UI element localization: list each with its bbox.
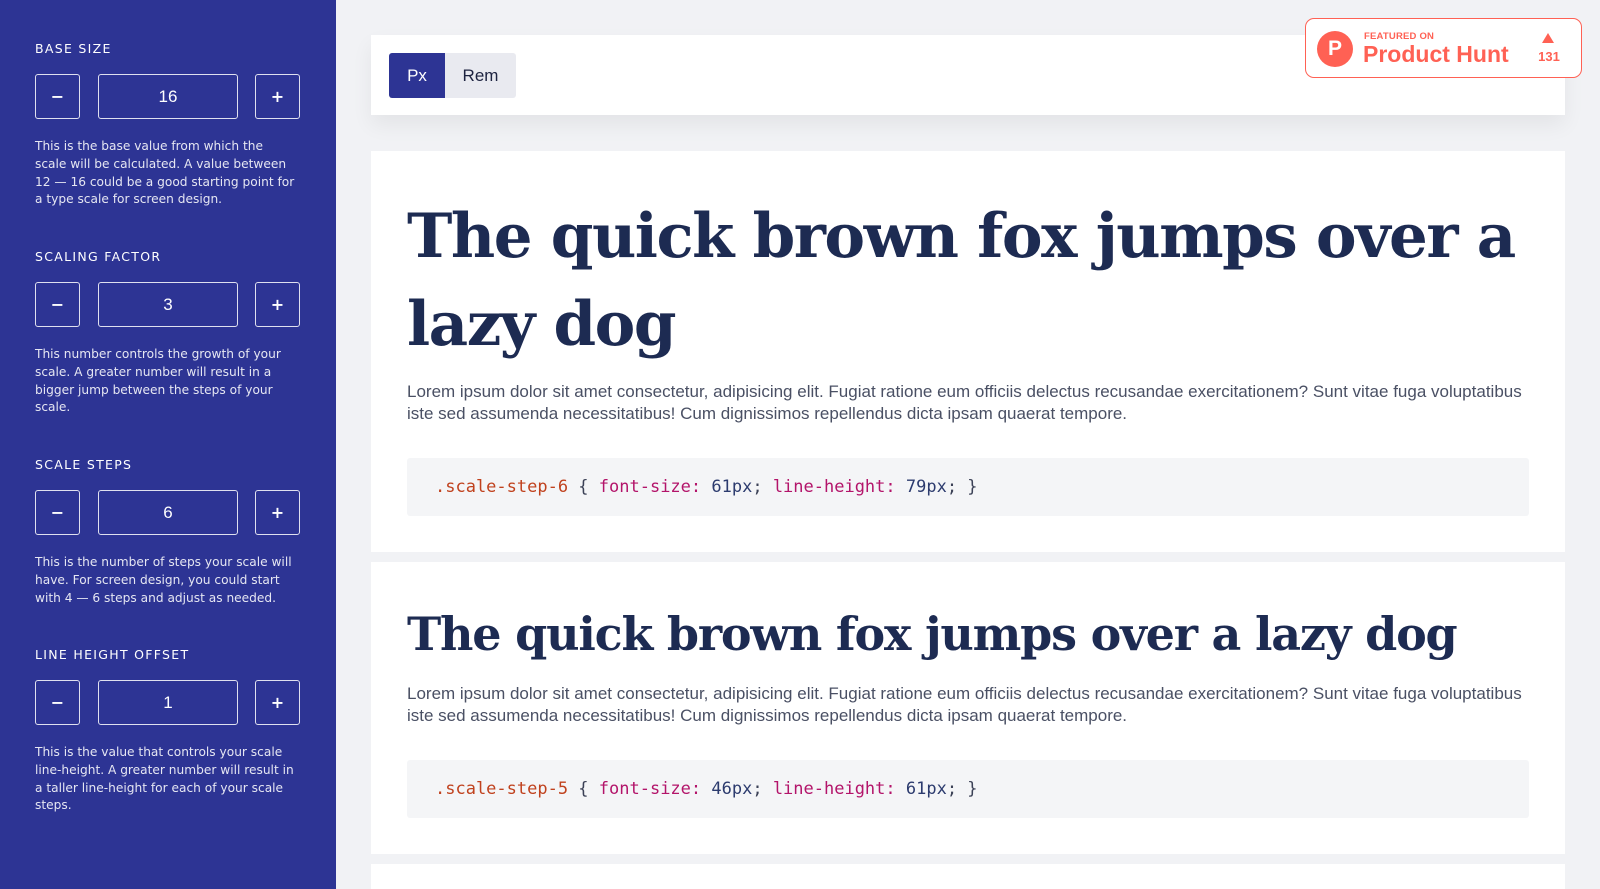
control-description: This number controls the growth of your …: [35, 347, 281, 415]
code-punctuation: {: [568, 779, 599, 799]
scale-step-card: The quick brown fox jumps over a lazy do…: [371, 562, 1565, 854]
css-code-snippet[interactable]: .scale-step-5 { font-size: 46px; line-he…: [407, 760, 1529, 818]
code-property: line-height:: [772, 779, 896, 799]
upvote-count: 131: [1538, 49, 1560, 64]
code-punctuation: ;: [752, 477, 773, 497]
unit-rem-button[interactable]: Rem: [445, 53, 516, 98]
line-height-offset-control: Line Height Offset − + This is the value…: [35, 647, 300, 815]
scaling-factor-decrement-button[interactable]: −: [35, 282, 80, 327]
line-height-offset-increment-button[interactable]: +: [255, 680, 300, 725]
scale-steps-decrement-button[interactable]: −: [35, 490, 80, 535]
scale-steps-input[interactable]: [98, 490, 238, 535]
base-size-stepper: − +: [35, 74, 300, 119]
scale-step-card: The quick brown fox jumps over a lazy do…: [371, 151, 1565, 552]
code-property: font-size:: [598, 477, 702, 497]
scaling-factor-control: Scaling Factor − + This number controls …: [35, 249, 300, 417]
control-description: This is the base value from which the sc…: [35, 139, 295, 207]
line-height-offset-decrement-button[interactable]: −: [35, 680, 80, 725]
code-value: 61px: [701, 477, 753, 497]
sample-heading: The quick brown fox jumps over a lazy do…: [407, 607, 1458, 661]
scaling-factor-input[interactable]: [98, 282, 238, 327]
unit-toggle: Px Rem: [389, 53, 516, 98]
scale-step-card: [371, 864, 1565, 889]
code-value: 46px: [701, 779, 753, 799]
product-hunt-logo-icon: P: [1317, 31, 1353, 67]
code-selector: .scale-step-5: [435, 779, 569, 799]
unit-px-button[interactable]: Px: [389, 53, 445, 98]
control-title: Scaling Factor: [35, 249, 162, 264]
control-title: Scale Steps: [35, 457, 133, 472]
base-size-increment-button[interactable]: +: [255, 74, 300, 119]
code-selector: .scale-step-6: [435, 477, 569, 497]
line-height-offset-input[interactable]: [98, 680, 238, 725]
scale-steps-increment-button[interactable]: +: [255, 490, 300, 535]
scaling-factor-increment-button[interactable]: +: [255, 282, 300, 327]
control-description: This is the value that controls your sca…: [35, 745, 294, 813]
code-punctuation: {: [568, 477, 599, 497]
code-punctuation: ; }: [946, 779, 978, 799]
settings-sidebar: Base Size − + This is the base value fro…: [0, 0, 336, 889]
sample-paragraph: Lorem ipsum dolor sit amet consectetur, …: [407, 684, 1522, 725]
line-height-offset-stepper: − +: [35, 680, 300, 725]
base-size-control: Base Size − + This is the base value fro…: [35, 41, 300, 209]
control-description: This is the number of steps your scale w…: [35, 555, 292, 605]
base-size-decrement-button[interactable]: −: [35, 74, 80, 119]
base-size-input[interactable]: [98, 74, 238, 119]
code-punctuation: ;: [752, 779, 773, 799]
scale-steps-stepper: − +: [35, 490, 300, 535]
scaling-factor-stepper: − +: [35, 282, 300, 327]
upvote-arrow-icon: [1542, 33, 1554, 43]
code-value: 61px: [895, 779, 947, 799]
css-code-snippet[interactable]: .scale-step-6 { font-size: 61px; line-he…: [407, 458, 1529, 516]
control-title: Line Height Offset: [35, 647, 190, 662]
product-hunt-badge[interactable]: P FEATURED ON Product Hunt 131: [1305, 18, 1582, 78]
sample-heading: The quick brown fox jumps over a lazy do…: [407, 201, 1516, 360]
scale-steps-control: Scale Steps − + This is the number of st…: [35, 457, 300, 607]
control-title: Base Size: [35, 41, 112, 56]
code-punctuation: ; }: [946, 477, 978, 497]
product-hunt-name: Product Hunt: [1363, 41, 1509, 67]
code-value: 79px: [895, 477, 947, 497]
sample-paragraph: Lorem ipsum dolor sit amet consectetur, …: [407, 382, 1522, 423]
code-property: line-height:: [772, 477, 896, 497]
code-property: font-size:: [598, 779, 702, 799]
